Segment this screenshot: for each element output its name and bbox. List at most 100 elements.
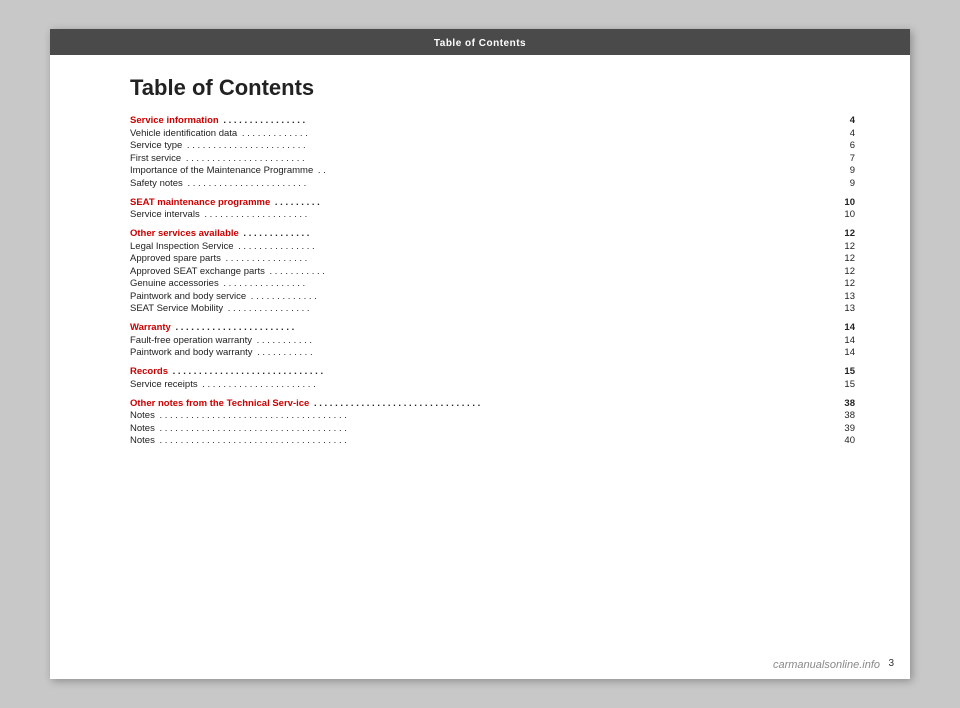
toc-dots: . . <box>315 165 833 176</box>
toc-section-other-notes: Other notes from the Technical Serv-ice … <box>130 398 855 447</box>
toc-entry: Fault-free operation warranty . . . . . … <box>130 335 855 346</box>
toc-label: Notes <box>130 435 155 446</box>
toc-entry: Importance of the Maintenance Programme … <box>130 165 855 176</box>
toc-entry: Service receipts . . . . . . . . . . . .… <box>130 379 855 390</box>
toc-page: 14 <box>835 335 855 346</box>
page: Table of Contents Table of Contents Serv… <box>50 29 910 679</box>
toc-entry: Records . . . . . . . . . . . . . . . . … <box>130 366 855 377</box>
toc-dots: . . . . . . . . . . . . . . . . <box>221 115 833 126</box>
toc-label: Approved spare parts <box>130 253 221 264</box>
toc-dots: . . . . . . . . . . . . . . . . . . . . … <box>170 366 833 377</box>
toc-dots: . . . . . . . . . . . . . . . . . . . . … <box>157 410 833 421</box>
toc-page: 13 <box>835 291 855 302</box>
toc-entry: Genuine accessories . . . . . . . . . . … <box>130 278 855 289</box>
toc-label: Notes <box>130 423 155 434</box>
toc-page: 14 <box>835 322 855 333</box>
toc-page: 39 <box>835 423 855 434</box>
toc-page: 6 <box>835 140 855 151</box>
toc-entry: Paintwork and body service . . . . . . .… <box>130 291 855 302</box>
toc-entry: First service . . . . . . . . . . . . . … <box>130 153 855 164</box>
toc-entry: Notes . . . . . . . . . . . . . . . . . … <box>130 410 855 421</box>
toc-label: Warranty <box>130 322 171 333</box>
toc-label: Records <box>130 366 168 377</box>
toc-dots: . . . . . . . . . . . . . . . . . . . . … <box>311 398 833 409</box>
page-number: 3 <box>888 658 894 669</box>
toc-page: 14 <box>835 347 855 358</box>
toc-label: Notes <box>130 410 155 421</box>
toc-section-service-info: Service information . . . . . . . . . . … <box>130 115 855 189</box>
toc-label: Approved SEAT exchange parts <box>130 266 265 277</box>
toc-page: 12 <box>835 278 855 289</box>
toc-page: 9 <box>835 178 855 189</box>
toc-page: 12 <box>835 228 855 239</box>
toc-page: 13 <box>835 303 855 314</box>
toc-entry: SEAT Service Mobility . . . . . . . . . … <box>130 303 855 314</box>
toc-label: Service information <box>130 115 219 126</box>
toc-page: 4 <box>835 128 855 139</box>
toc-page: 12 <box>835 241 855 252</box>
toc-label: Service type <box>130 140 182 151</box>
toc-section-warranty: Warranty . . . . . . . . . . . . . . . .… <box>130 322 855 358</box>
toc-label: Other notes from the Technical Serv-ice <box>130 398 309 409</box>
content-area: Table of Contents Service information . … <box>50 55 910 474</box>
watermark: carmanualsonline.info <box>773 659 880 671</box>
toc-dots: . . . . . . . . . . . . . . . . . . . . … <box>200 379 833 390</box>
toc-dots: . . . . . . . . . . . <box>267 266 833 277</box>
toc-dots: . . . . . . . . . . . . . . . . . . . . … <box>157 423 833 434</box>
toc-dots: . . . . . . . . . . . . . . . . . . . . … <box>184 140 833 151</box>
toc-entry: Warranty . . . . . . . . . . . . . . . .… <box>130 322 855 333</box>
toc-page: 4 <box>835 115 855 126</box>
toc-label: Service receipts <box>130 379 198 390</box>
toc-page: 10 <box>835 197 855 208</box>
toc-entry: Legal Inspection Service . . . . . . . .… <box>130 241 855 252</box>
toc-dots: . . . . . . . . . . . . . . . <box>236 241 833 252</box>
toc-dots: . . . . . . . . . . . . . <box>239 128 833 139</box>
toc-page: 7 <box>835 153 855 164</box>
toc-page: 15 <box>835 379 855 390</box>
toc-entry: Vehicle identification data . . . . . . … <box>130 128 855 139</box>
toc-label: Fault-free operation warranty <box>130 335 252 346</box>
toc-entry: Service intervals . . . . . . . . . . . … <box>130 209 855 220</box>
toc-dots: . . . . . . . . . . . . . . . . . . . . … <box>185 178 833 189</box>
toc-section-records: Records . . . . . . . . . . . . . . . . … <box>130 366 855 390</box>
toc-entry: Paintwork and body warranty . . . . . . … <box>130 347 855 358</box>
toc-entry: Service information . . . . . . . . . . … <box>130 115 855 126</box>
toc-page: 38 <box>835 398 855 409</box>
toc-dots: . . . . . . . . . . . . . <box>241 228 833 239</box>
toc-entry: Service type . . . . . . . . . . . . . .… <box>130 140 855 151</box>
toc-dots: . . . . . . . . . . . <box>254 335 833 346</box>
toc-label: Vehicle identification data <box>130 128 237 139</box>
toc-label: SEAT maintenance programme <box>130 197 270 208</box>
toc-dots: . . . . . . . . . . . <box>255 347 833 358</box>
toc-page: 10 <box>835 209 855 220</box>
toc-entry: Notes . . . . . . . . . . . . . . . . . … <box>130 435 855 446</box>
toc-dots: . . . . . . . . . . . . . . . . . . . . … <box>173 322 833 333</box>
toc-dots: . . . . . . . . . . . . . . . . <box>225 303 833 314</box>
toc-page: 9 <box>835 165 855 176</box>
toc-entry: Notes . . . . . . . . . . . . . . . . . … <box>130 423 855 434</box>
toc-label: First service <box>130 153 181 164</box>
toc-entry: Approved SEAT exchange parts . . . . . .… <box>130 266 855 277</box>
toc-entry: Other notes from the Technical Serv-ice … <box>130 398 855 409</box>
toc-dots: . . . . . . . . . <box>272 197 833 208</box>
header-title: Table of Contents <box>434 38 526 49</box>
page-title: Table of Contents <box>130 75 855 101</box>
toc-label: Paintwork and body service <box>130 291 246 302</box>
toc-page: 38 <box>835 410 855 421</box>
toc-entry: SEAT maintenance programme . . . . . . .… <box>130 197 855 208</box>
toc-section-maintenance: SEAT maintenance programme . . . . . . .… <box>130 197 855 221</box>
header-bar: Table of Contents <box>50 29 910 55</box>
toc-dots: . . . . . . . . . . . . . . . . . . . . … <box>157 435 833 446</box>
toc-label: Safety notes <box>130 178 183 189</box>
toc-page: 40 <box>835 435 855 446</box>
toc-label: Service intervals <box>130 209 200 220</box>
toc-entry: Other services available . . . . . . . .… <box>130 228 855 239</box>
toc-label: Genuine accessories <box>130 278 219 289</box>
toc-label: SEAT Service Mobility <box>130 303 223 314</box>
toc-page: 12 <box>835 266 855 277</box>
toc-dots: . . . . . . . . . . . . . . . . <box>223 253 833 264</box>
toc-label: Importance of the Maintenance Programme <box>130 165 313 176</box>
toc-dots: . . . . . . . . . . . . . <box>248 291 833 302</box>
toc-dots: . . . . . . . . . . . . . . . . . . . . <box>202 209 833 220</box>
toc-dots: . . . . . . . . . . . . . . . . <box>221 278 833 289</box>
